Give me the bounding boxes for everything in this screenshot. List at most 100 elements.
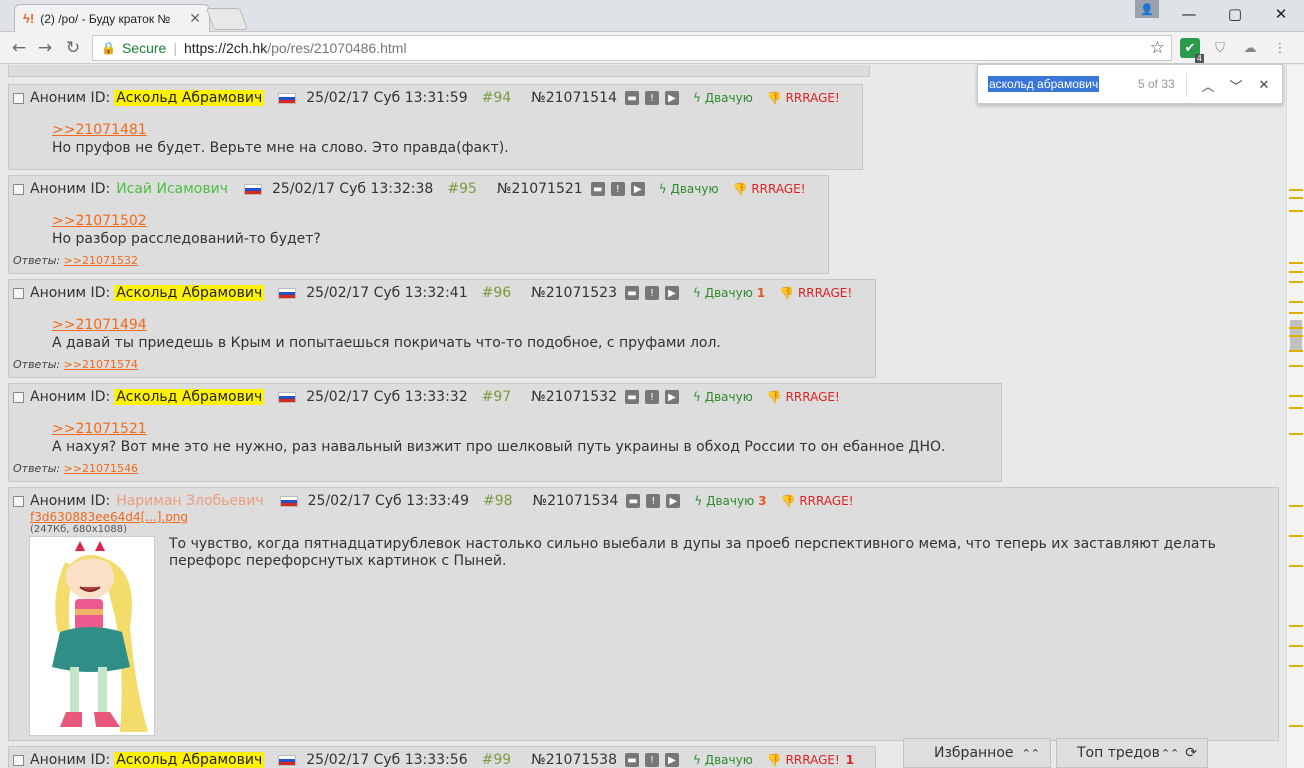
expand-icon[interactable]: ⌃⌃ [1161, 747, 1179, 760]
url-path: /po/res/21070486.html [267, 40, 407, 56]
post-number[interactable]: #98 [483, 493, 513, 509]
play-icon[interactable]: ▶ [666, 494, 681, 508]
hide-icon[interactable]: ▬ [624, 390, 639, 404]
report-icon[interactable]: ! [644, 286, 659, 300]
find-previous-icon[interactable]: ︿ [1198, 75, 1218, 95]
scrollbar[interactable] [1286, 65, 1304, 768]
rrrage-button[interactable]: 👎 RRRAGE! [767, 390, 840, 404]
post: Аноним ID: Аскольд Абрамович 25/02/17 Су… [8, 84, 863, 170]
top-threads-panel[interactable]: Топ тредов ⌃⌃ ⟳ [1056, 738, 1208, 768]
favorites-panel[interactable]: Избранное ⌃⌃ [903, 738, 1051, 768]
extensions: ✔ 4 ⛉ ☁ ⋮ [1180, 38, 1290, 63]
post-id[interactable]: №21071532 [531, 389, 617, 405]
poster-anon: Аноним ID: [30, 285, 111, 301]
dvachu-label: Двачую [704, 390, 753, 404]
post-id[interactable]: №21071538 [531, 752, 617, 768]
hide-icon[interactable]: ▬ [590, 182, 605, 196]
close-window-button[interactable]: ✕ [1258, 0, 1304, 28]
rrrage-button[interactable]: 👎 RRRAGE! [733, 182, 806, 196]
find-input[interactable]: аскольд абрамович [988, 76, 1100, 92]
post-text: Но пруфов не будет. Верьте мне на слово.… [52, 140, 509, 156]
report-icon[interactable]: ! [610, 182, 625, 196]
report-icon[interactable]: ! [644, 91, 659, 105]
play-icon[interactable]: ▶ [664, 390, 679, 404]
post-id[interactable]: №21071534 [533, 493, 619, 509]
replies-label: Ответы: [13, 254, 61, 267]
dvachu-button[interactable]: ϟ Двачую [693, 390, 753, 404]
tab-close-icon[interactable]: ✕ [189, 10, 201, 27]
play-icon[interactable]: ▶ [630, 182, 645, 196]
find-separator [1186, 73, 1187, 97]
find-next-icon[interactable]: ﹀ [1226, 75, 1246, 95]
reply-link[interactable]: >>21071546 [64, 462, 138, 475]
quote-link[interactable]: >>21071521 [52, 420, 997, 438]
find-marker [1289, 335, 1303, 337]
hide-icon[interactable]: ▬ [624, 91, 639, 105]
post-checkbox[interactable] [13, 754, 24, 766]
post-checkbox[interactable] [13, 287, 24, 299]
post-image-thumbnail[interactable] [29, 536, 155, 736]
report-icon[interactable]: ! [646, 494, 661, 508]
file-info: f3d630883ee64d4[...].png (247Кб, 680x108… [13, 510, 1274, 535]
post: Аноним ID: Аскольд Абрамович 25/02/17 Су… [8, 383, 1002, 482]
dvachu-count: 1 [756, 286, 766, 300]
quote-link[interactable]: >>21071494 [52, 316, 871, 334]
find-marker [1289, 350, 1303, 352]
hide-icon[interactable]: ▬ [624, 753, 639, 767]
post-body: >>21071481 Но пруфов не будет. Верьте мн… [13, 107, 858, 157]
maximize-button[interactable]: ▢ [1212, 0, 1258, 28]
reload-icon[interactable]: ↻ [62, 37, 84, 59]
post-id[interactable]: №21071521 [497, 181, 583, 197]
play-icon[interactable]: ▶ [664, 753, 679, 767]
dvachu-button[interactable]: ϟ Двачую [694, 494, 754, 508]
vpn-extension-icon[interactable]: ⛉ [1210, 38, 1230, 58]
play-icon[interactable]: ▶ [664, 91, 679, 105]
file-name-link[interactable]: f3d630883ee64d4[...].png [30, 510, 188, 524]
post-checkbox[interactable] [13, 495, 24, 507]
dvachu-count: 3 [758, 494, 767, 508]
hide-icon[interactable]: ▬ [626, 494, 641, 508]
minimize-button[interactable]: — [1166, 0, 1212, 28]
post-number[interactable]: #94 [482, 90, 512, 106]
back-arrow-icon[interactable]: ← [8, 37, 30, 59]
browser-tab[interactable]: ϟ! (2) /po/ - Буду краток № ✕ [14, 4, 210, 32]
lock-icon: 🔒 [101, 41, 116, 55]
post-number[interactable]: #97 [482, 389, 512, 405]
post-checkbox[interactable] [13, 391, 24, 403]
address-bar[interactable]: 🔒 Secure | https://2ch.hk /po/res/210704… [92, 35, 1172, 61]
rrrage-button[interactable]: 👎 RRRAGE! [767, 91, 840, 105]
bookmark-star-icon[interactable]: ☆ [1150, 38, 1165, 58]
post-number[interactable]: #96 [482, 285, 512, 301]
refresh-icon[interactable]: ⟳ [1185, 745, 1197, 761]
reply-link[interactable]: >>21071574 [64, 358, 138, 371]
post-checkbox[interactable] [13, 183, 24, 195]
new-tab-button[interactable] [205, 8, 249, 30]
post-id[interactable]: №21071523 [531, 285, 617, 301]
report-icon[interactable]: ! [644, 390, 659, 404]
post-number[interactable]: #99 [482, 752, 512, 768]
expand-icon[interactable]: ⌃⌃ [1022, 747, 1040, 760]
shield-extension-icon[interactable]: ✔ 4 [1180, 38, 1204, 63]
rrrage-button[interactable]: 👎 RRRAGE! [781, 494, 854, 508]
cloud-extension-icon[interactable]: ☁ [1240, 38, 1260, 58]
find-marker [1289, 365, 1303, 367]
post-number[interactable]: #95 [447, 181, 477, 197]
post-id[interactable]: №21071514 [531, 90, 617, 106]
dvachu-button[interactable]: ϟ Двачую [693, 286, 753, 300]
post-checkbox[interactable] [13, 92, 24, 104]
user-icon[interactable]: 👤 [1135, 0, 1159, 18]
hide-icon[interactable]: ▬ [624, 286, 639, 300]
rrrage-button[interactable]: 👎 RRRAGE! [767, 753, 840, 767]
play-icon[interactable]: ▶ [664, 286, 679, 300]
dvachu-button[interactable]: ϟ Двачую [693, 753, 753, 767]
quote-link[interactable]: >>21071502 [52, 212, 824, 230]
quote-link[interactable]: >>21071481 [52, 121, 858, 139]
rrrage-button[interactable]: 👎 RRRAGE! [779, 286, 852, 300]
dvachu-button[interactable]: ϟ Двачую [693, 91, 753, 105]
menu-kebab-icon[interactable]: ⋮ [1270, 38, 1290, 58]
forward-arrow-icon[interactable]: → [34, 37, 56, 59]
report-icon[interactable]: ! [644, 753, 659, 767]
find-close-icon[interactable]: ✕ [1254, 75, 1274, 95]
reply-link[interactable]: >>21071532 [64, 254, 138, 267]
dvachu-button[interactable]: ϟ Двачую [659, 182, 719, 196]
